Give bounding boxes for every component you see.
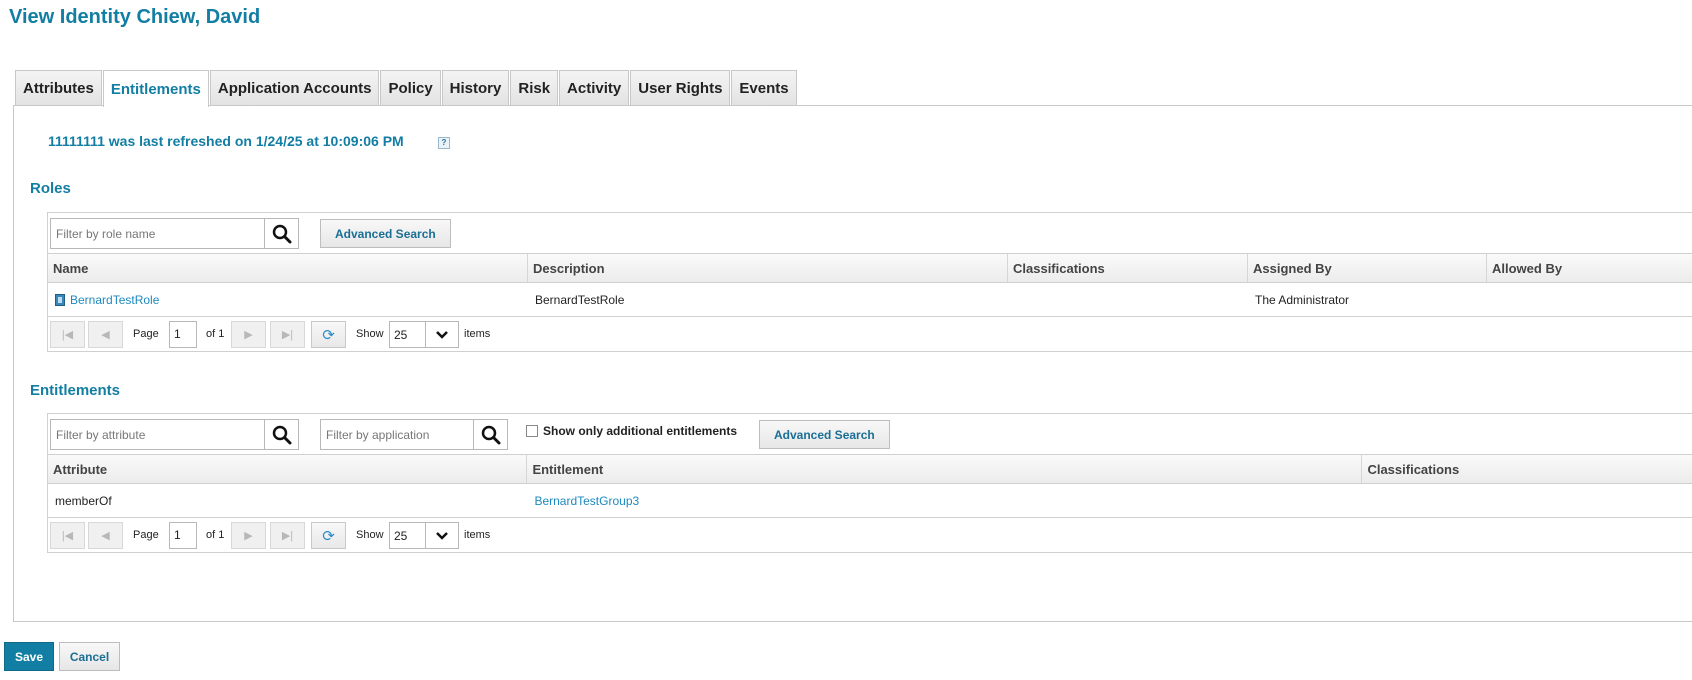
roles-pager: |◀ ◀ Page 1 of 1 ▶ ▶| ⟳ Show 25 items <box>48 317 1692 351</box>
entitlements-section-title: Entitlements <box>30 382 121 399</box>
role-allowed-by-cell <box>1487 283 1692 316</box>
role-description-cell: BernardTestRole <box>535 292 625 307</box>
role-name-link[interactable]: BernardTestRole <box>70 293 159 307</box>
role-assigned-by-cell: The Administrator <box>1255 292 1350 307</box>
last-page-icon: ▶| <box>281 329 294 341</box>
tab-entitlements[interactable]: Entitlements <box>102 70 209 107</box>
page-size-select[interactable]: 25 <box>389 321 459 348</box>
page-size-select[interactable]: 25 <box>389 522 459 549</box>
entitlement-link[interactable]: BernardTestGroup3 <box>534 494 639 508</box>
table-row[interactable]: BernardTestRole BernardTestRole The Admi… <box>48 283 1692 317</box>
tab-history[interactable]: History <box>441 70 510 106</box>
cancel-button[interactable]: Cancel <box>59 642 120 671</box>
role-classifications-cell <box>1008 283 1248 316</box>
page-size-value: 25 <box>394 529 408 543</box>
attribute-search-button[interactable] <box>264 420 298 449</box>
column-header-name[interactable]: Name <box>48 254 528 282</box>
chevron-down-icon <box>425 322 458 347</box>
application-search-button[interactable] <box>473 420 507 449</box>
refresh-message: 11111111 was last refreshed on 1/24/25 a… <box>48 133 404 149</box>
tab-bar: Attributes Entitlements Application Acco… <box>15 70 798 107</box>
entitlements-toolbar: Show only additional entitlements Advanc… <box>48 414 1692 454</box>
help-icon[interactable]: ? <box>438 137 450 149</box>
page-label: Page <box>133 328 159 340</box>
application-search-box <box>320 419 508 450</box>
roles-section-title: Roles <box>30 180 71 197</box>
entitlement-cell: BernardTestGroup3 <box>527 484 1362 517</box>
page-number-input[interactable]: 1 <box>169 321 197 348</box>
page-title: View Identity Chiew, David <box>9 6 261 28</box>
application-filter-input[interactable] <box>321 420 473 449</box>
column-header-classifications[interactable]: Classifications <box>1008 254 1248 282</box>
show-label: Show <box>356 529 384 541</box>
items-label: items <box>464 328 491 340</box>
next-page-icon: ▶ <box>244 329 253 341</box>
prev-page-icon: ◀ <box>101 530 110 542</box>
attribute-search-box <box>50 419 299 450</box>
attribute-filter-input[interactable] <box>51 420 264 449</box>
show-label: Show <box>356 328 384 340</box>
tab-attributes[interactable]: Attributes <box>15 70 102 106</box>
chevron-down-icon <box>425 523 458 548</box>
last-page-icon: ▶| <box>281 530 294 542</box>
next-page-button[interactable]: ▶ <box>231 522 266 549</box>
entitlements-grid-header: Attribute Entitlement Classifications <box>48 454 1692 484</box>
role-name-cell: BernardTestRole <box>48 283 528 316</box>
refresh-icon: ⟳ <box>322 527 335 545</box>
roles-grid: Advanced Search Name Description Classif… <box>47 212 1692 352</box>
column-header-attribute[interactable]: Attribute <box>48 455 528 483</box>
column-header-classifications[interactable]: Classifications <box>1362 455 1692 483</box>
column-header-allowed-by[interactable]: Allowed By <box>1487 254 1692 282</box>
prev-page-button[interactable]: ◀ <box>88 522 123 549</box>
roles-toolbar: Advanced Search <box>48 213 1692 253</box>
first-page-button[interactable]: |◀ <box>50 522 85 549</box>
tab-policy[interactable]: Policy <box>380 70 441 106</box>
tab-events[interactable]: Events <box>731 70 797 106</box>
additional-entitlements-label: Show only additional entitlements <box>543 424 738 438</box>
column-header-description[interactable]: Description <box>528 254 1008 282</box>
prev-page-button[interactable]: ◀ <box>88 321 123 348</box>
roles-grid-header: Name Description Classifications Assigne… <box>48 253 1692 283</box>
column-header-entitlement[interactable]: Entitlement <box>527 455 1363 483</box>
last-page-button[interactable]: ▶| <box>270 321 305 348</box>
page-label: Page <box>133 529 159 541</box>
page-number-input[interactable]: 1 <box>169 522 197 549</box>
page-size-value: 25 <box>394 328 408 342</box>
page-count-label: of 1 <box>206 529 225 541</box>
entitlement-classifications-cell <box>1362 484 1692 517</box>
table-row[interactable]: memberOf BernardTestGroup3 <box>48 484 1692 518</box>
attribute-cell: memberOf <box>55 493 112 508</box>
entitlements-pager: |◀ ◀ Page 1 of 1 ▶ ▶| ⟳ Show 25 items <box>48 518 1692 552</box>
refresh-icon: ⟳ <box>322 326 335 344</box>
search-icon <box>481 425 500 444</box>
tab-risk[interactable]: Risk <box>510 70 559 106</box>
tab-application-accounts[interactable]: Application Accounts <box>209 70 380 106</box>
column-header-assigned-by[interactable]: Assigned By <box>1248 254 1487 282</box>
page-count-label: of 1 <box>206 328 225 340</box>
tab-activity[interactable]: Activity <box>559 70 630 106</box>
role-filter-input[interactable] <box>51 219 264 248</box>
tab-user-rights[interactable]: User Rights <box>630 70 731 106</box>
next-page-icon: ▶ <box>244 530 253 542</box>
first-page-icon: |◀ <box>61 329 74 341</box>
prev-page-icon: ◀ <box>101 329 110 341</box>
entitlements-grid: Show only additional entitlements Advanc… <box>47 413 1692 553</box>
role-search-box <box>50 218 299 249</box>
first-page-icon: |◀ <box>61 530 74 542</box>
refresh-button[interactable]: ⟳ <box>311 321 346 348</box>
entitlements-advanced-search-button[interactable]: Advanced Search <box>759 420 890 449</box>
search-icon <box>272 425 291 444</box>
role-icon <box>55 293 65 306</box>
next-page-button[interactable]: ▶ <box>231 321 266 348</box>
additional-entitlements-toggle[interactable]: Show only additional entitlements <box>526 424 737 438</box>
additional-entitlements-checkbox[interactable] <box>526 425 538 437</box>
role-search-button[interactable] <box>264 219 298 248</box>
roles-advanced-search-button[interactable]: Advanced Search <box>320 219 451 248</box>
last-page-button[interactable]: ▶| <box>270 522 305 549</box>
refresh-button[interactable]: ⟳ <box>311 522 346 549</box>
save-button[interactable]: Save <box>4 642 54 671</box>
search-icon <box>272 224 291 243</box>
items-label: items <box>464 529 491 541</box>
first-page-button[interactable]: |◀ <box>50 321 85 348</box>
